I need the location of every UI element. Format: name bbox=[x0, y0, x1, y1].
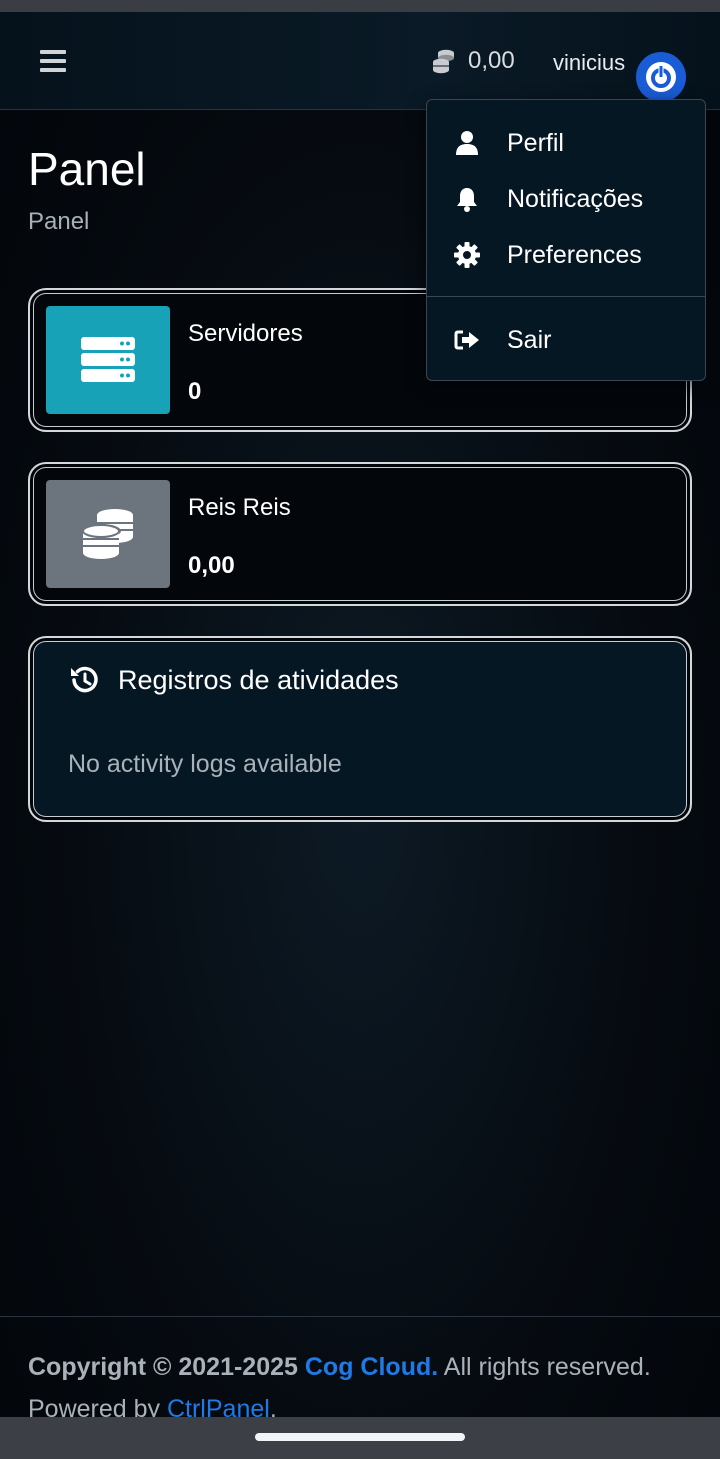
page-title: Panel bbox=[28, 143, 146, 195]
activity-logs-title: Registros de atividades bbox=[118, 664, 399, 695]
credits-indicator: 0,00 bbox=[432, 46, 515, 76]
server-icon bbox=[81, 337, 135, 382]
breadcrumb[interactable]: Panel bbox=[28, 208, 89, 236]
system-navigation-bar bbox=[0, 1417, 720, 1459]
credits-value: 0,00 bbox=[468, 47, 515, 74]
money-label: Reis Reis bbox=[188, 494, 291, 521]
money-icon-box bbox=[46, 480, 170, 588]
activity-logs-empty: No activity logs available bbox=[68, 750, 342, 778]
activity-logs-card: Registros de atividades No activity logs… bbox=[28, 636, 692, 822]
page-footer: Copyright © 2021-2025 Cog Cloud. All rig… bbox=[0, 1316, 720, 1423]
menu-item-preferences[interactable]: Preferences bbox=[427, 231, 705, 279]
servers-label: Servidores bbox=[188, 320, 303, 347]
user-dropdown-menu: Perfil Notificações Preferences Sair bbox=[426, 99, 706, 381]
avatar[interactable] bbox=[636, 52, 686, 102]
money-info-box: Reis Reis 0,00 bbox=[28, 462, 692, 606]
brand-link[interactable]: Cog Cloud. bbox=[305, 1353, 438, 1381]
menu-item-logout[interactable]: Sair bbox=[427, 316, 705, 364]
gear-icon bbox=[454, 242, 480, 268]
history-icon bbox=[71, 666, 98, 693]
servers-icon-box bbox=[46, 306, 170, 414]
menu-item-notifications[interactable]: Notificações bbox=[427, 175, 705, 223]
status-strip bbox=[0, 0, 720, 12]
copyright-text: Copyright © 2021-2025 bbox=[28, 1353, 298, 1381]
menu-item-notifications-label: Notificações bbox=[507, 184, 644, 213]
menu-divider bbox=[427, 296, 705, 297]
username[interactable]: vinicius bbox=[553, 50, 625, 76]
copyright-line: Copyright © 2021-2025 Cog Cloud. All rig… bbox=[28, 1353, 651, 1382]
activity-logs-header: Registros de atividades bbox=[68, 664, 399, 696]
top-navbar: 0,00 vinicius bbox=[0, 12, 720, 110]
bell-icon bbox=[457, 188, 477, 212]
servers-count: 0 bbox=[188, 378, 202, 405]
money-value: 0,00 bbox=[188, 552, 235, 579]
menu-toggle-icon[interactable] bbox=[40, 50, 68, 72]
coins-icon bbox=[81, 509, 133, 559]
user-icon bbox=[456, 131, 478, 155]
sign-out-icon bbox=[454, 330, 479, 350]
home-gesture-handle[interactable] bbox=[255, 1433, 465, 1441]
menu-item-profile[interactable]: Perfil bbox=[427, 119, 705, 167]
menu-item-profile-label: Perfil bbox=[507, 128, 564, 157]
rights-text: All rights reserved. bbox=[443, 1353, 651, 1381]
menu-item-logout-label: Sair bbox=[507, 325, 552, 354]
power-icon bbox=[646, 62, 676, 92]
menu-item-preferences-label: Preferences bbox=[507, 240, 642, 269]
coins-icon bbox=[433, 49, 454, 74]
